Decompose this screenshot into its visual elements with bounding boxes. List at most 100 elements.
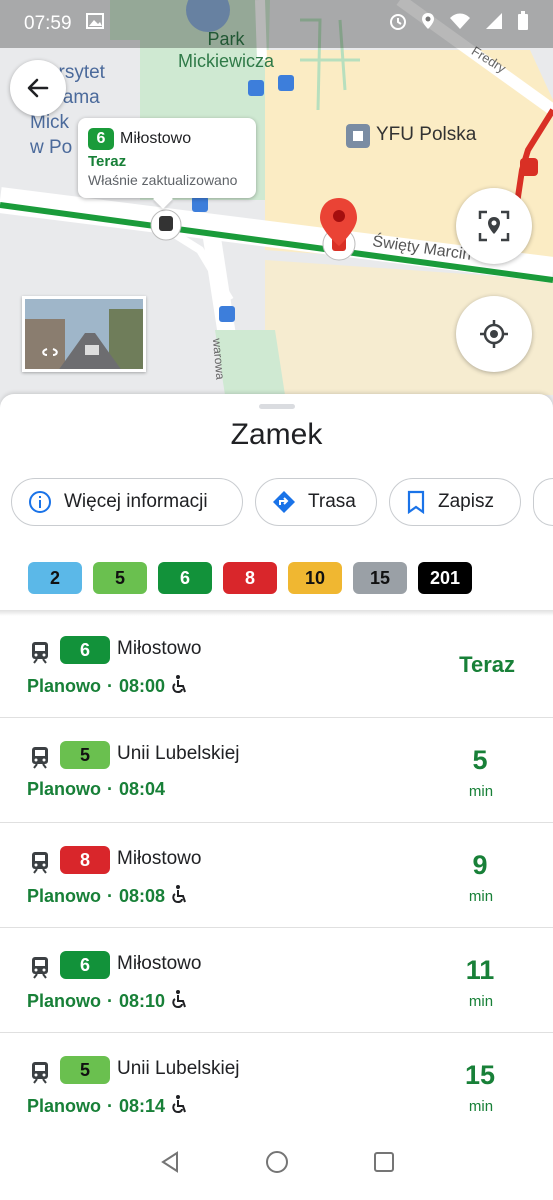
departure-row[interactable]: 5 Unii Lubelskiej Planowo · 08:04 5 min <box>0 721 553 826</box>
more-info-label: Więcej informacji <box>64 491 208 512</box>
save-button[interactable]: Zapisz <box>389 478 521 526</box>
departure-schedule: Planowo · 08:04 <box>27 779 165 800</box>
stop-details-sheet: Zamek Więcej informacji Trasa Zapisz 2 5… <box>0 394 553 1200</box>
park-label-line2: Mickiewicza <box>178 51 275 71</box>
tram-icon <box>30 850 50 879</box>
info-icon <box>29 491 51 513</box>
street-view-image <box>25 299 143 369</box>
departure-schedule: Planowo · 08:10 <box>27 989 187 1014</box>
callout-updated: Właśnie zaktualizowano <box>88 172 238 188</box>
back-button[interactable] <box>10 60 66 116</box>
status-bar: 07:59 <box>0 0 553 48</box>
wheelchair-icon <box>171 884 187 909</box>
tram-icon <box>30 745 50 774</box>
departure-eta-unit: min <box>468 783 494 800</box>
departure-line-badge: 8 <box>60 846 110 874</box>
departure-schedule: Planowo · 08:14 <box>27 1094 187 1119</box>
save-label: Zapisz <box>438 491 494 512</box>
my-location-button[interactable] <box>456 296 532 372</box>
nav-recents-icon[interactable] <box>373 1151 395 1178</box>
departure-line-badge: 5 <box>60 1056 110 1084</box>
sheet-drag-handle[interactable] <box>259 404 295 409</box>
more-actions-chip[interactable] <box>533 478 553 526</box>
separator: · <box>107 886 114 906</box>
scheduled-time: 08:04 <box>119 779 166 799</box>
tram-icon <box>30 955 50 984</box>
departure-eta-unit: min <box>468 1098 494 1115</box>
row-divider <box>0 927 553 928</box>
action-chips: Więcej informacji Trasa Zapisz <box>11 478 553 526</box>
separator: · <box>107 1096 114 1116</box>
scheduled-label: Planowo <box>27 991 102 1011</box>
scheduled-time: 08:08 <box>119 886 166 906</box>
scheduled-time: 08:10 <box>119 991 166 1011</box>
departure-eta-unit: min <box>468 993 494 1010</box>
scheduled-time: 08:00 <box>119 676 166 696</box>
stop-name: Zamek <box>230 418 323 451</box>
departure-line-badge: 6 <box>60 951 110 979</box>
tram-icon <box>30 1060 50 1089</box>
line-badge[interactable]: 201 <box>418 562 472 594</box>
line-badge[interactable]: 8 <box>223 562 277 594</box>
tram-icon <box>30 640 50 669</box>
arrow-back-icon <box>27 78 49 98</box>
line-badge[interactable]: 6 <box>158 562 212 594</box>
departure-eta-minutes: 15 <box>465 1060 496 1090</box>
directions-button[interactable]: Trasa <box>255 478 377 526</box>
line-badge-label: 6 <box>179 567 190 588</box>
scheduled-label: Planowo <box>27 1096 102 1116</box>
poi-label[interactable]: YFU Polska <box>376 124 476 146</box>
nav-home-icon[interactable] <box>265 1150 289 1179</box>
departure-row[interactable]: 8 Miłostowo Planowo · 08:08 9 min <box>0 826 553 931</box>
street-view-thumbnail[interactable] <box>22 296 146 372</box>
map-view[interactable]: 07:59 Park Mickiewicza iwersytet . Adama… <box>0 0 553 420</box>
line-badge[interactable]: 5 <box>93 562 147 594</box>
status-time: 07:59 <box>24 13 72 34</box>
callout-status: Teraz <box>88 153 127 170</box>
line-badge[interactable]: 2 <box>28 562 82 594</box>
departure-schedule: Planowo · 08:00 <box>27 674 187 699</box>
directions-icon <box>273 491 295 513</box>
scheduled-label: Planowo <box>27 676 102 696</box>
departure-eta-unit: min <box>468 888 494 905</box>
separator: · <box>107 676 114 696</box>
departure-line-badge: 5 <box>60 741 110 769</box>
departure-eta-minutes: 5 <box>472 745 488 775</box>
departure-schedule: Planowo · 08:08 <box>27 884 187 909</box>
line-badge-label: 2 <box>49 567 60 588</box>
separator: · <box>107 779 114 799</box>
departure-destination: Miłostowo <box>117 638 202 659</box>
scheduled-label: Planowo <box>27 886 102 906</box>
scan-location-icon <box>478 210 510 242</box>
more-info-button[interactable]: Więcej informacji <box>11 478 243 526</box>
wheelchair-icon <box>171 674 187 699</box>
lens-scan-button[interactable] <box>456 188 532 264</box>
system-nav-bar <box>0 1128 553 1200</box>
departure-row[interactable]: 5 Unii Lubelskiej Planowo · 08:14 15 min <box>0 1036 553 1141</box>
scheduled-time: 08:14 <box>119 1096 166 1116</box>
wifi-icon <box>449 12 471 36</box>
line-badge-label: 8 <box>244 567 255 588</box>
alarm-icon <box>389 12 407 36</box>
vehicle-info-callout[interactable]: 6 Miłostowo Teraz Właśnie zaktualizowano <box>78 118 256 198</box>
line-badge[interactable]: 15 <box>353 562 407 594</box>
wheelchair-icon <box>171 989 187 1014</box>
my-location-icon <box>480 320 508 348</box>
line-badges: 2 5 6 8 10 15 201 <box>28 562 472 594</box>
line-badge[interactable]: 10 <box>288 562 342 594</box>
nav-back-icon[interactable] <box>159 1150 181 1178</box>
departure-row[interactable]: 6 Miłostowo Planowo · 08:10 11 min <box>0 931 553 1036</box>
departure-destination: Unii Lubelskiej <box>117 1058 240 1079</box>
row-divider <box>0 1032 553 1033</box>
directions-label: Trasa <box>308 491 356 512</box>
line-badge-label: 15 <box>369 567 391 588</box>
departure-row[interactable]: 6 Miłostowo Planowo · 08:00 Teraz <box>0 616 553 721</box>
departure-destination: Miłostowo <box>117 953 202 974</box>
departure-eta-minutes: 9 <box>472 850 488 880</box>
row-divider <box>0 822 553 823</box>
callout-destination: Miłostowo <box>120 130 192 147</box>
bookmark-icon <box>407 490 425 514</box>
signal-icon <box>485 12 503 36</box>
line-badge-label: 10 <box>304 567 326 588</box>
line-badge-label: 201 <box>429 567 461 588</box>
